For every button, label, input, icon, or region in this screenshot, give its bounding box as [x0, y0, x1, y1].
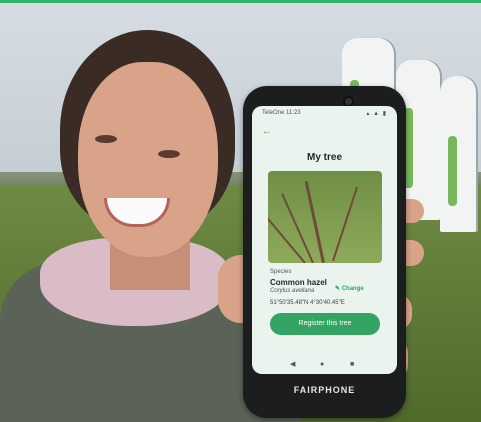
tree-photo	[268, 171, 382, 263]
arrow-left-icon[interactable]: ←	[262, 126, 272, 137]
clock: 11:23	[286, 110, 301, 116]
status-icons: ▴ ▲ ▮	[366, 111, 387, 117]
flag-banner	[440, 76, 478, 232]
twig	[332, 186, 359, 262]
android-nav-bar: ◀ ● ■	[252, 354, 397, 374]
change-species-button[interactable]: ✎ Change	[335, 285, 364, 292]
tree-coordinates: 51°50'35.48"N 4°30'40.45"E	[270, 300, 345, 306]
photo-scene: TeleOne 11:23 ▴ ▲ ▮ ← My tree Species Co…	[0, 0, 481, 422]
phone-screen: TeleOne 11:23 ▴ ▲ ▮ ← My tree Species Co…	[252, 106, 397, 374]
face	[78, 62, 218, 257]
species-common-name: Common hazel	[270, 278, 327, 287]
status-time: TeleOne 11:23	[262, 110, 301, 116]
page-title: My tree	[306, 152, 342, 163]
register-tree-button[interactable]: Register this tree	[270, 313, 380, 335]
species-label: Species	[270, 269, 292, 275]
home-nav-icon[interactable]: ●	[320, 361, 324, 368]
recent-apps-nav-icon[interactable]: ■	[350, 361, 354, 368]
front-camera	[345, 98, 352, 105]
left-eye	[95, 135, 117, 143]
carrier-label: TeleOne	[262, 110, 285, 116]
status-bar: TeleOne 11:23 ▴ ▲ ▮	[252, 106, 397, 120]
back-nav-icon[interactable]: ◀	[290, 360, 295, 368]
right-eye	[158, 150, 180, 158]
species-latin-name: Corylus avellana	[270, 288, 315, 294]
device-brand-label: FAIRPHONE	[293, 385, 356, 395]
